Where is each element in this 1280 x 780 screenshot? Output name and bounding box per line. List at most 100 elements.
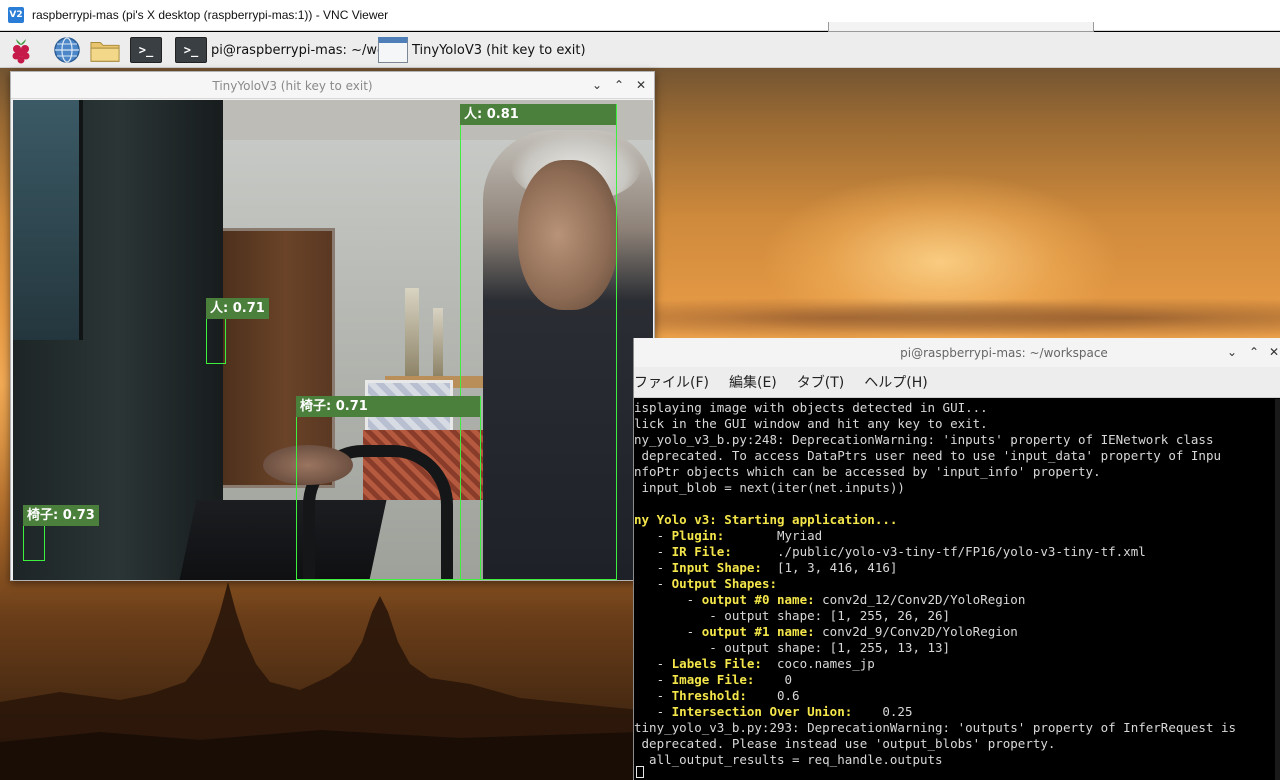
taskbar-window-terminal[interactable]: >_ pi@raspberrypi-mas: ~/wo... — [175, 34, 397, 66]
detection-box: 人: 0.81 — [460, 104, 617, 580]
terminal-icon: >_ — [175, 37, 207, 63]
detection-label: 椅子: 0.73 — [23, 505, 99, 526]
detection-box: 人: 0.71 — [206, 298, 269, 364]
terminal-line-text: deprecated. To access DataPtrs user need… — [634, 448, 1221, 463]
terminal-line-text: [1, 3, 416, 416] — [761, 560, 898, 575]
menu-help[interactable]: ヘルプ(H) — [864, 372, 927, 392]
terminal-line-key: Intersection Over Union: — [671, 704, 853, 719]
terminal-launcher[interactable]: >_ — [130, 34, 162, 66]
terminal-line-key: Image File: — [671, 672, 755, 687]
terminal-line-text: - output shape: [1, 255, 26, 26] — [634, 608, 951, 623]
terminal-line: - output #0 name: conv2d_12/Conv2D/YoloR… — [634, 592, 1026, 608]
terminal-line: input_blob = next(iter(net.inputs)) — [634, 480, 905, 496]
terminal-line-text: tiny_yolo_v3_b.py:293: DeprecationWarnin… — [634, 720, 1237, 735]
minimize-button[interactable]: ⌄ — [1224, 344, 1240, 360]
terminal-line-key: output #0 name: — [701, 592, 815, 607]
taskbar-window-label: TinyYoloV3 (hit key to exit) — [412, 42, 586, 58]
terminal-line-text: nfoPtr objects which can be accessed by … — [634, 464, 1101, 479]
terminal-line-prefix: - — [634, 576, 672, 591]
minimize-button[interactable]: ⌄ — [589, 77, 605, 93]
terminal-line-prefix: - — [634, 560, 672, 575]
terminal-line: - output #1 name: conv2d_9/Conv2D/YoloRe… — [634, 624, 1018, 640]
terminal-line-key: Output Shapes: — [671, 576, 777, 591]
close-button[interactable]: ✕ — [1266, 344, 1280, 360]
terminal-line: - Labels File: coco.names_jp — [634, 656, 875, 672]
vnc-titlebar: V2 raspberrypi-mas (pi's X desktop (rasp… — [0, 0, 1280, 32]
terminal-scrollbar[interactable] — [1275, 399, 1280, 780]
terminal-line-text: lick in the GUI window and hit any key t… — [634, 416, 988, 431]
terminal-line-text: - output shape: [1, 255, 13, 13] — [634, 640, 951, 655]
taskbar-window-label: pi@raspberrypi-mas: ~/wo... — [211, 42, 398, 58]
menu-edit[interactable]: 編集(E) — [729, 372, 777, 392]
terminal-line-key: Plugin: — [671, 528, 725, 543]
camera-trophy — [433, 308, 443, 376]
detection-box: 椅子: 0.73 — [23, 505, 99, 561]
terminal-line-prefix: - — [634, 624, 702, 639]
raspberry-pi-icon — [6, 35, 36, 65]
terminal-icon: >_ — [130, 37, 162, 63]
close-button[interactable]: ✕ — [633, 77, 649, 93]
terminal-line: deprecated. To access DataPtrs user need… — [634, 448, 1221, 464]
yolo-window-titlebar[interactable]: TinyYoloV3 (hit key to exit) ⌄ ⌃ ✕ — [11, 72, 654, 99]
raspberry-taskbar: >_ >_ pi@raspberrypi-mas: ~/wo... TinyYo… — [0, 32, 1280, 68]
maximize-button[interactable]: ⌃ — [1246, 344, 1262, 360]
terminal-line-text: 0.6 — [746, 688, 800, 703]
wallpaper-clouds — [650, 294, 1280, 342]
file-manager-launcher[interactable] — [90, 34, 120, 66]
vnc-logo-icon: V2 — [8, 7, 24, 23]
terminal-line-prefix: - — [634, 592, 702, 607]
terminal-line: - Output Shapes: — [634, 576, 777, 592]
terminal-line-text: all_output_results = req_handle.outputs — [634, 752, 943, 767]
terminal-output[interactable]: isplaying image with objects detected in… — [634, 399, 1276, 780]
vnc-window-title: raspberrypi-mas (pi's X desktop (raspber… — [32, 8, 389, 22]
terminal-line-text: ./public/yolo-v3-tiny-tf/FP16/yolo-v3-ti… — [731, 544, 1146, 559]
terminal-window: pi@raspberrypi-mas: ~/workspace ⌄ ⌃ ✕ ファ… — [633, 338, 1280, 780]
maximize-button[interactable]: ⌃ — [611, 77, 627, 93]
terminal-line-text: conv2d_9/Conv2D/YoloRegion — [814, 624, 1018, 639]
terminal-line: - Intersection Over Union: 0.25 — [634, 704, 913, 720]
terminal-line: ny_yolo_v3_b.py:248: DeprecationWarning:… — [634, 432, 1213, 448]
terminal-line-key: Input Shape: — [671, 560, 762, 575]
terminal-line-text: 0 — [754, 672, 793, 687]
terminal-line-key: Labels File: — [671, 656, 762, 671]
terminal-line: - IR File: ./public/yolo-v3-tiny-tf/FP16… — [634, 544, 1146, 560]
yolo-window-title: TinyYoloV3 (hit key to exit) — [212, 79, 373, 93]
terminal-line-prefix: - — [634, 544, 672, 559]
camera-frame[interactable]: 人: 0.81 人: 0.71 椅子: 0.71 椅子: 0.73 — [13, 100, 653, 580]
terminal-line-prefix: - — [634, 672, 672, 687]
terminal-line-text: 0.25 — [852, 704, 913, 719]
terminal-line-key: IR File: — [671, 544, 732, 559]
globe-icon — [52, 35, 82, 65]
terminal-line: lick in the GUI window and hit any key t… — [634, 416, 988, 432]
terminal-titlebar[interactable]: pi@raspberrypi-mas: ~/workspace ⌄ ⌃ ✕ — [634, 338, 1280, 367]
menu-tabs[interactable]: タブ(T) — [797, 372, 844, 392]
raspberry-menu-button[interactable] — [6, 34, 36, 66]
terminal-line-prefix: - — [634, 656, 672, 671]
terminal-line: - Image File: 0 — [634, 672, 793, 688]
vnc-toolbar-handle[interactable] — [828, 22, 1094, 32]
terminal-line-text: conv2d_12/Conv2D/YoloRegion — [814, 592, 1026, 607]
web-browser-launcher[interactable] — [52, 34, 82, 66]
terminal-line-key: Threshold: — [671, 688, 747, 703]
taskbar-window-yolo[interactable]: TinyYoloV3 (hit key to exit) — [378, 34, 586, 66]
menu-file[interactable]: ファイル(F) — [634, 372, 709, 392]
terminal-line-prefix: - — [634, 688, 672, 703]
terminal-line: nfoPtr objects which can be accessed by … — [634, 464, 1101, 480]
camera-monitor — [13, 100, 83, 340]
detection-label: 椅子: 0.71 — [296, 396, 480, 417]
detection-box: 椅子: 0.71 — [296, 396, 481, 580]
terminal-line-text: input_blob = next(iter(net.inputs)) — [634, 480, 905, 495]
terminal-line-text: coco.names_jp — [761, 656, 875, 671]
yolo-window: TinyYoloV3 (hit key to exit) ⌄ ⌃ ✕ 人: 0.… — [10, 71, 655, 581]
terminal-cursor — [636, 766, 644, 778]
terminal-line-text: deprecated. Please instead use 'output_b… — [634, 736, 1056, 751]
terminal-line: all_output_results = req_handle.outputs — [634, 752, 943, 768]
terminal-line: deprecated. Please instead use 'output_b… — [634, 736, 1056, 752]
terminal-line-prefix: - — [634, 528, 672, 543]
terminal-line: - Input Shape: [1, 3, 416, 416] — [634, 560, 898, 576]
terminal-line-text: ny_yolo_v3_b.py:248: DeprecationWarning:… — [634, 432, 1214, 447]
terminal-line: - output shape: [1, 255, 26, 26] — [634, 608, 950, 624]
terminal-line-key: output #1 name: — [701, 624, 815, 639]
terminal-line-key: ny Yolo v3: Starting application... — [634, 512, 898, 527]
wallpaper-temple-silhouette — [0, 582, 640, 780]
